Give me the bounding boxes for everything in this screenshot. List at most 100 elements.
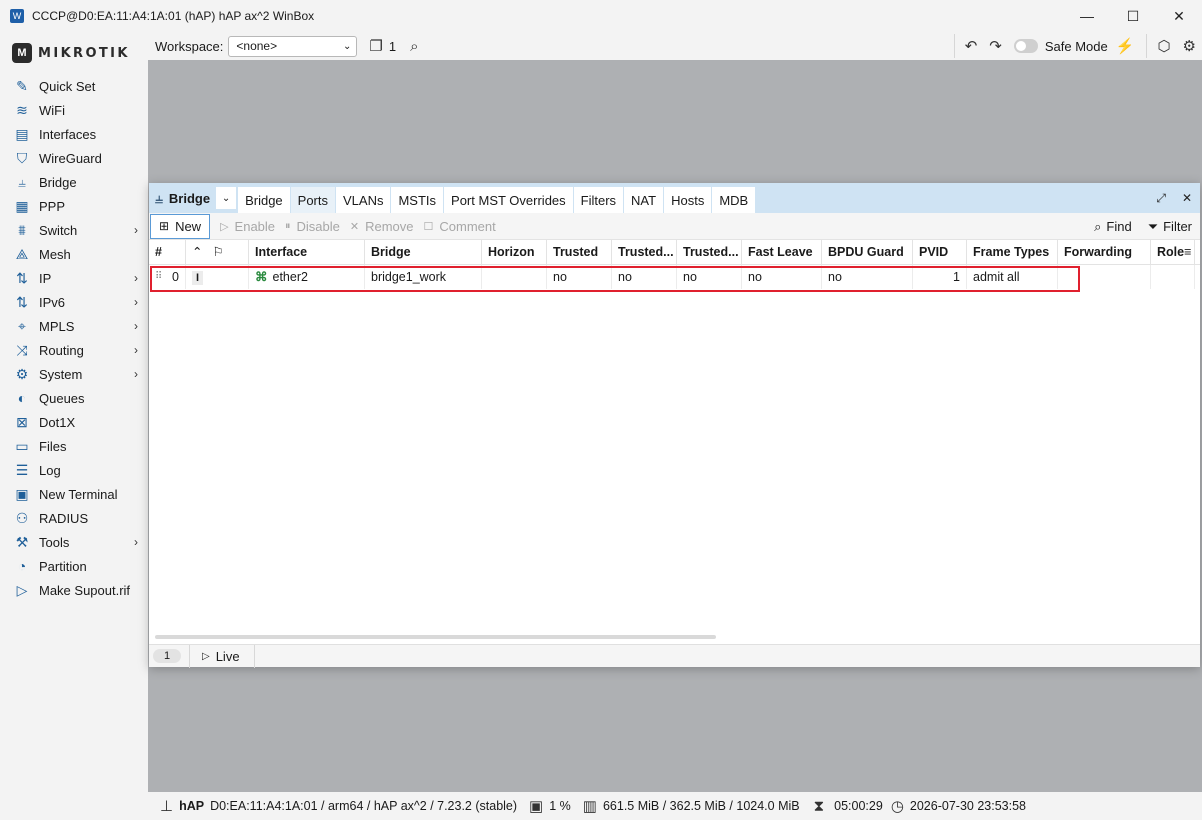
device-details: D0:EA:11:A4:1A:01 / arm64 / hAP ax^2 / 7… bbox=[210, 799, 518, 813]
tab-port-mst-overrides[interactable]: Port MST Overrides bbox=[444, 187, 574, 213]
tab-dropdown-button[interactable]: ⌄ bbox=[216, 187, 237, 209]
workspace-select[interactable]: <none> ⌄ bbox=[228, 35, 358, 57]
column-header[interactable]: Frame Types bbox=[967, 240, 1058, 265]
sidebar-item-mpls[interactable]: ⌖ MPLS › bbox=[0, 314, 148, 338]
workspace-label: Workspace: bbox=[155, 38, 224, 54]
minimize-button[interactable]: — bbox=[1064, 0, 1110, 32]
close-window-icon[interactable]: ✕ bbox=[1182, 191, 1192, 205]
bridge-window-title: ⫨ Bridge bbox=[149, 183, 210, 213]
bridge-action-bar: ⊞ New ▷ Enable ⏸ Disable ✕ Remove ☐ Comment … bbox=[149, 213, 1200, 240]
column-header[interactable]: ⌃ ⚐ bbox=[186, 240, 249, 265]
find-label: Find bbox=[1106, 219, 1132, 234]
tab-vlans[interactable]: VLANs bbox=[336, 187, 392, 213]
x-icon: ✕ bbox=[349, 220, 360, 233]
row-count-badge: 1 bbox=[153, 649, 181, 663]
sidebar-item-mesh[interactable]: ⟁ Mesh bbox=[0, 242, 148, 266]
tab-bridge[interactable]: Bridge bbox=[238, 187, 291, 213]
tab-nat[interactable]: NAT bbox=[624, 187, 665, 213]
undo-icon[interactable]: ↶ bbox=[965, 37, 978, 55]
restore-window-icon[interactable]: ⤢ bbox=[1156, 191, 1166, 206]
column-header[interactable]: Bridge bbox=[365, 240, 482, 265]
sidebar-item-system[interactable]: ⚙ System › bbox=[0, 362, 148, 386]
chevron-right-icon: › bbox=[134, 271, 138, 285]
live-button[interactable]: ▷ Live bbox=[189, 644, 255, 668]
redo-icon[interactable]: ↷ bbox=[989, 37, 1002, 55]
system-icon: ⚙ bbox=[15, 365, 29, 382]
sidebar-item-log[interactable]: ☰ Log bbox=[0, 458, 148, 482]
sidebar-item-wifi[interactable]: ≋ WiFi bbox=[0, 98, 148, 122]
tab-filters[interactable]: Filters bbox=[573, 187, 625, 213]
sidebar-item-ipv6[interactable]: ⇅ IPv6 › bbox=[0, 290, 148, 314]
comment-icon: ☐ bbox=[423, 220, 434, 233]
column-header[interactable]: # bbox=[149, 240, 186, 265]
row-highlight-box bbox=[150, 266, 1080, 292]
settings-gear-icon[interactable]: ⚙ bbox=[1183, 37, 1196, 55]
comment-button[interactable]: ☐ Comment bbox=[424, 219, 496, 234]
column-header[interactable]: Role≡ bbox=[1151, 240, 1195, 265]
tools-icon: ⚒ bbox=[15, 533, 29, 550]
sidebar-item-routing[interactable]: ⤨ Routing › bbox=[0, 338, 148, 362]
new-button[interactable]: ⊞ New bbox=[150, 213, 211, 239]
sidebar-item-partition[interactable]: ◔ Partition bbox=[0, 554, 148, 578]
new-icon: ⊞ bbox=[159, 219, 170, 233]
radius-icon: ⚇ bbox=[15, 509, 29, 526]
sidebar-item-switch[interactable]: ⩩ Switch › bbox=[0, 218, 148, 242]
sidebar-item-label: Queues bbox=[39, 390, 85, 406]
sidebar-item-label: Tools bbox=[39, 534, 70, 550]
sidebar-item-files[interactable]: ▭ Files bbox=[0, 434, 148, 458]
sidebar-item-label: Log bbox=[39, 462, 61, 478]
router-icon: ⊥ bbox=[160, 798, 174, 815]
tab-mdb[interactable]: MDB bbox=[712, 187, 757, 213]
windows-stack-icon[interactable]: ❐ bbox=[369, 37, 382, 55]
column-header[interactable]: Trusted... bbox=[677, 240, 742, 265]
sidebar-item-ppp[interactable]: ▦ PPP bbox=[0, 194, 148, 218]
column-menu-icon[interactable]: ≡ bbox=[1184, 245, 1191, 259]
sidebar-item-bridge[interactable]: ⫨ Bridge bbox=[0, 170, 148, 194]
sidebar-item-label: New Terminal bbox=[39, 486, 118, 502]
bridge-window-title-text: Bridge bbox=[168, 190, 211, 206]
close-button[interactable]: ✕ bbox=[1156, 0, 1202, 32]
remove-button[interactable]: ✕ Remove bbox=[350, 219, 414, 234]
cpu-icon: ▣ bbox=[529, 798, 544, 815]
sidebar-item-ip[interactable]: ⇅ IP › bbox=[0, 266, 148, 290]
horizontal-scrollbar[interactable] bbox=[155, 635, 716, 639]
wifi-icon: ≋ bbox=[16, 101, 28, 118]
filter-button[interactable]: ⏷ Filter bbox=[1148, 219, 1192, 235]
column-label: Role bbox=[1157, 245, 1185, 259]
sidebar-item-queues[interactable]: ◐ Queues bbox=[0, 386, 148, 410]
sidebar-item-interfaces[interactable]: ▤ Interfaces bbox=[0, 122, 148, 146]
sidebar-item-make-supout-rif[interactable]: ▷ Make Supout.rif bbox=[0, 578, 148, 602]
column-header[interactable]: PVID bbox=[913, 240, 967, 265]
column-header[interactable]: Trusted bbox=[547, 240, 612, 265]
tab-mstis[interactable]: MSTIs bbox=[391, 187, 445, 213]
column-header[interactable]: Interface bbox=[249, 240, 365, 265]
column-header[interactable]: Trusted... bbox=[612, 240, 677, 265]
disconnect-icon[interactable]: ⚡ bbox=[1116, 37, 1135, 55]
maximize-button[interactable]: ☐ bbox=[1110, 0, 1156, 32]
sidebar-item-quick-set[interactable]: ✎ Quick Set bbox=[0, 74, 148, 98]
sidebar-item-label: Bridge bbox=[39, 174, 77, 190]
column-header[interactable]: BPDU Guard bbox=[822, 240, 913, 265]
disable-button[interactable]: ⏸ Disable bbox=[285, 219, 340, 234]
cell-role bbox=[1151, 265, 1195, 289]
package-icon[interactable]: ⬡ bbox=[1157, 37, 1170, 55]
safe-mode-toggle[interactable] bbox=[1013, 39, 1038, 53]
tab-hosts[interactable]: Hosts bbox=[664, 187, 713, 213]
column-header[interactable]: Fast Leave bbox=[742, 240, 822, 265]
bridge-window-footer: 1 ▷ Live bbox=[149, 644, 1200, 668]
window-title: CCCP@D0:EA:11:A4:1A:01 (hAP) hAP ax^2 Wi… bbox=[32, 9, 315, 23]
sidebar-item-dot1x[interactable]: ⊠ Dot1X bbox=[0, 410, 148, 434]
tab-ports[interactable]: Ports bbox=[290, 187, 336, 213]
column-header[interactable]: Horizon bbox=[482, 240, 547, 265]
column-header[interactable]: Forwarding bbox=[1058, 240, 1151, 265]
winbox-app-icon: W bbox=[10, 9, 24, 23]
sidebar-item-radius[interactable]: ⚇ RADIUS bbox=[0, 506, 148, 530]
sidebar-item-new-terminal[interactable]: ▣ New Terminal bbox=[0, 482, 148, 506]
enable-button[interactable]: ▷ Enable bbox=[220, 219, 275, 234]
sidebar-item-tools[interactable]: ⚒ Tools › bbox=[0, 530, 148, 554]
search-icon[interactable]: ⌕ bbox=[410, 38, 418, 55]
find-button[interactable]: ⌕ Find bbox=[1094, 219, 1132, 235]
date-time: 2026-07-30 23:53:58 bbox=[909, 799, 1026, 813]
sidebar-item-wireguard[interactable]: ⛉ WireGuard bbox=[0, 146, 148, 170]
status-bar: ⊥ hAP D0:EA:11:A4:1A:01 / arm64 / hAP ax… bbox=[148, 792, 1202, 820]
